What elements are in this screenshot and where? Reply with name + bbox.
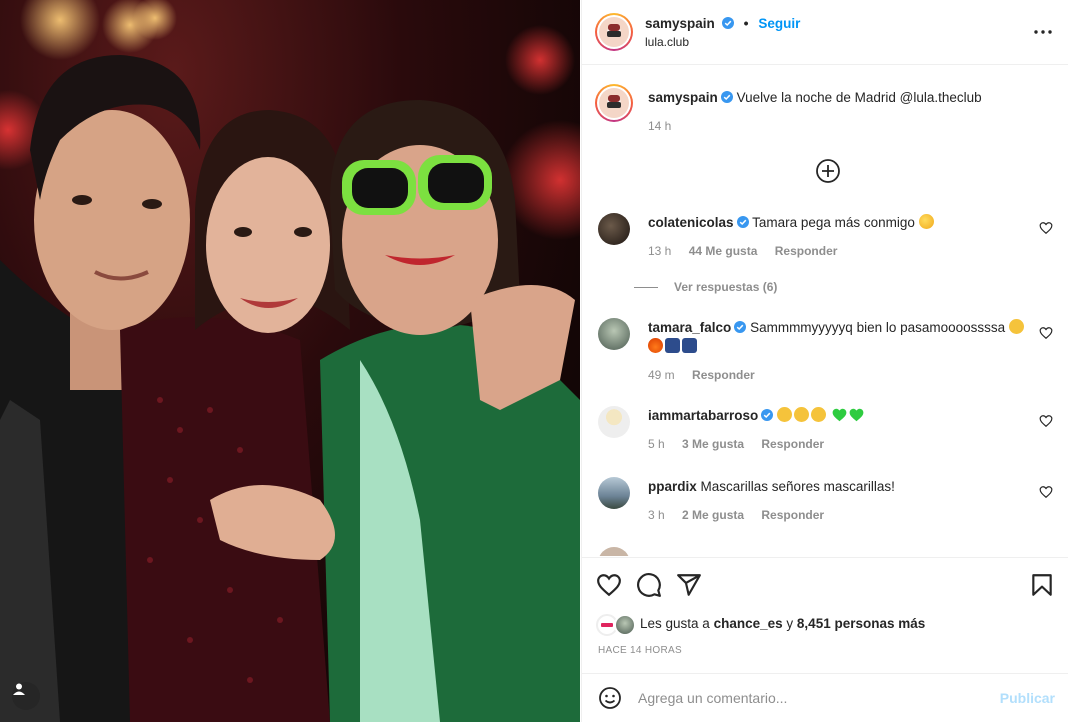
comment-meta: 13 h 44 Me gusta Responder bbox=[648, 244, 1033, 258]
like-heart-icon[interactable] bbox=[596, 572, 622, 598]
dancers-emoji bbox=[682, 338, 697, 353]
comment-likes[interactable]: 44 Me gusta bbox=[689, 244, 758, 258]
emoji-icon[interactable] bbox=[598, 686, 622, 710]
likes-prefix: Les gusta a bbox=[640, 616, 710, 631]
scream-emoji bbox=[794, 407, 810, 422]
post-photo[interactable] bbox=[0, 0, 580, 722]
heart-icon[interactable] bbox=[1039, 414, 1053, 428]
photo-illustration bbox=[0, 0, 580, 722]
scream-emoji bbox=[811, 407, 827, 422]
user-tag-button[interactable] bbox=[12, 682, 40, 710]
verified-icon bbox=[736, 216, 749, 228]
action-bar: Les gusta a chance_es y 8,451 personas m… bbox=[582, 557, 1068, 672]
separator-dot: • bbox=[743, 15, 749, 31]
comment-item-partial bbox=[598, 547, 1053, 556]
post-time-ago[interactable]: HACE 14 HORAS bbox=[598, 645, 682, 656]
commenter-avatar[interactable] bbox=[598, 318, 630, 350]
likes-others[interactable]: 8,451 personas más bbox=[797, 616, 925, 631]
reply-button[interactable]: Responder bbox=[761, 437, 824, 451]
caption-line: samyspain Vuelve la noche de Madrid @lul… bbox=[648, 88, 1048, 107]
comment-body: ppardix Mascarillas señores mascarillas!… bbox=[648, 477, 1033, 522]
user-tag-icon bbox=[13, 683, 25, 695]
comment-likes[interactable]: 3 Me gusta bbox=[682, 437, 744, 451]
comment-text: Mascarillas señores mascarillas! bbox=[700, 479, 895, 494]
reply-button[interactable]: Responder bbox=[761, 508, 824, 522]
caption-text: Vuelve la noche de Madrid @lula.theclub bbox=[736, 90, 982, 105]
commenter-avatar[interactable] bbox=[598, 477, 630, 509]
comment-body: colatenicolas Tamara pega más conmigo 13… bbox=[648, 213, 1033, 258]
more-options-button[interactable] bbox=[1031, 20, 1055, 44]
hugging-face-emoji bbox=[918, 214, 934, 229]
comment-body: iammartabarroso 5 h 3 Me gusta Responder bbox=[648, 406, 1033, 451]
reply-button[interactable]: Responder bbox=[775, 244, 838, 258]
likes-joiner: y bbox=[786, 616, 794, 631]
comment-username[interactable]: ppardix bbox=[648, 479, 697, 494]
header-name-row: samyspain • Seguir bbox=[645, 15, 800, 31]
post-header: samyspain • Seguir lula.club bbox=[582, 0, 1068, 65]
scream-emoji bbox=[777, 407, 793, 422]
comment-item: tamara_falco Sammmmyyyyyq bien lo pasamo… bbox=[598, 318, 1053, 388]
comment-likes[interactable]: 2 Me gusta bbox=[682, 508, 744, 522]
comment-line: ppardix Mascarillas señores mascarillas! bbox=[648, 477, 1033, 496]
comment-line: colatenicolas Tamara pega más conmigo bbox=[648, 213, 1033, 232]
heart-icon[interactable] bbox=[1039, 326, 1053, 340]
add-comment-bar: Publicar bbox=[582, 673, 1068, 722]
comment-item: iammartabarroso 5 h 3 Me gusta Responder bbox=[598, 406, 1053, 466]
comment-body: tamara_falco Sammmmyyyyyq bien lo pasamo… bbox=[648, 318, 1033, 382]
verified-icon bbox=[720, 91, 733, 103]
follow-button[interactable]: Seguir bbox=[758, 16, 800, 31]
green-heart-emoji bbox=[849, 408, 864, 422]
liker-avatar bbox=[614, 614, 636, 636]
publish-button[interactable]: Publicar bbox=[1000, 690, 1055, 706]
caption-time[interactable]: 14 h bbox=[648, 119, 671, 133]
comment-meta: 3 h 2 Me gusta Responder bbox=[648, 508, 1033, 522]
comment-meta: 5 h 3 Me gusta Responder bbox=[648, 437, 1033, 451]
comment-time[interactable]: 5 h bbox=[648, 437, 665, 451]
comment-text: Tamara pega más conmigo bbox=[752, 215, 915, 230]
reply-button[interactable]: Responder bbox=[692, 368, 755, 382]
comment-time[interactable]: 13 h bbox=[648, 244, 671, 258]
commenter-avatar[interactable] bbox=[598, 406, 630, 438]
comment-username[interactable]: tamara_falco bbox=[648, 320, 731, 335]
commenter-avatar[interactable] bbox=[598, 213, 630, 245]
likers-avatars[interactable] bbox=[596, 614, 636, 636]
liker-username[interactable]: chance_es bbox=[714, 616, 783, 631]
heart-icon[interactable] bbox=[1039, 485, 1053, 499]
caption-meta: 14 h bbox=[648, 119, 1048, 133]
caption-avatar[interactable] bbox=[595, 84, 633, 122]
commenter-avatar[interactable] bbox=[598, 547, 630, 556]
comment-username[interactable]: colatenicolas bbox=[648, 215, 734, 230]
heart-icon[interactable] bbox=[1039, 221, 1053, 235]
green-heart-emoji bbox=[832, 408, 847, 422]
comment-line: tamara_falco Sammmmyyyyyq bien lo pasamo… bbox=[648, 318, 1033, 356]
comments-list[interactable]: samyspain Vuelve la noche de Madrid @lul… bbox=[582, 66, 1068, 556]
comment-time[interactable]: 49 m bbox=[648, 368, 675, 382]
comment-meta: 49 m Responder bbox=[648, 368, 1033, 382]
more-options-icon bbox=[1034, 30, 1052, 34]
comment-text: Sammmmyyyyyq bien lo pasamoooossssa bbox=[750, 320, 1006, 335]
likes-summary: Les gusta a chance_es y 8,451 personas m… bbox=[640, 616, 925, 631]
comment-item: ppardix Mascarillas señores mascarillas!… bbox=[598, 477, 1053, 537]
post-sidebar: samyspain • Seguir lula.club samyspain V… bbox=[581, 0, 1068, 722]
comment-time[interactable]: 3 h bbox=[648, 508, 665, 522]
bookmark-icon[interactable] bbox=[1029, 572, 1055, 598]
scream-emoji bbox=[1008, 319, 1024, 334]
caption-username[interactable]: samyspain bbox=[648, 90, 718, 105]
comment-line: iammartabarroso bbox=[648, 406, 1033, 425]
verified-icon bbox=[734, 321, 747, 333]
dancers-emoji bbox=[665, 338, 680, 353]
comment-icon[interactable] bbox=[636, 572, 662, 598]
author-username[interactable]: samyspain bbox=[645, 16, 715, 31]
author-avatar[interactable] bbox=[595, 13, 633, 51]
fire-emoji bbox=[648, 338, 663, 353]
share-icon[interactable] bbox=[676, 572, 702, 598]
comment-input[interactable] bbox=[638, 686, 988, 710]
verified-icon bbox=[721, 17, 734, 29]
comment-username[interactable]: iammartabarroso bbox=[648, 408, 758, 423]
view-replies-button[interactable]: Ver respuestas (6) bbox=[634, 280, 777, 294]
location-link[interactable]: lula.club bbox=[645, 35, 689, 49]
verified-icon bbox=[761, 409, 774, 421]
add-circle-icon[interactable] bbox=[815, 158, 841, 184]
